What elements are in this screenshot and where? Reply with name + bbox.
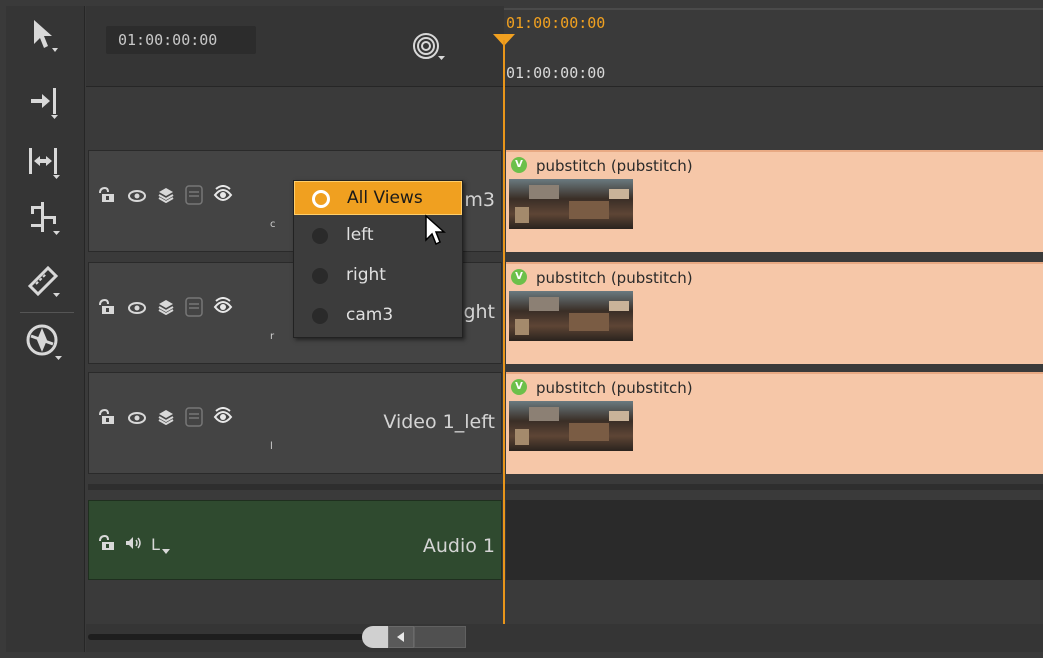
speaker-icon[interactable]	[125, 535, 143, 554]
multi-track-tool-icon[interactable]	[24, 198, 64, 238]
disk-cache-icon[interactable]	[185, 297, 203, 321]
clip-thumbnail	[509, 179, 633, 229]
lock-icon[interactable]	[97, 408, 117, 429]
view-letter: l	[270, 441, 273, 452]
menu-item-label: left	[346, 225, 374, 245]
zoom-slider-track[interactable]	[88, 634, 378, 640]
clip-thumbnail	[509, 401, 633, 451]
timecode-field[interactable]: 01:00:00:00	[106, 26, 256, 54]
clip-cam3[interactable]: V pubstitch (pubstitch)	[506, 150, 1043, 252]
layers-icon[interactable]	[157, 187, 175, 207]
track-name[interactable]: ght	[463, 301, 495, 323]
menu-item-label: right	[346, 265, 386, 285]
radio-icon	[312, 190, 330, 208]
views-dropdown-menu: All Views left right cam3	[293, 180, 463, 338]
track-select-tool-icon[interactable]	[24, 82, 64, 122]
visibility-eye-icon[interactable]	[127, 410, 147, 429]
video-badge-icon: V	[511, 379, 527, 395]
radio-icon	[312, 228, 328, 244]
video-audio-separator	[88, 484, 1043, 490]
scroll-left-button[interactable]	[388, 626, 414, 648]
disk-cache-icon[interactable]	[185, 407, 203, 431]
razor-tool-icon[interactable]	[24, 260, 64, 300]
scroll-thumb[interactable]	[414, 626, 466, 648]
video-badge-icon: V	[511, 269, 527, 285]
mouse-cursor-icon	[424, 214, 450, 252]
track-area-separator	[86, 86, 1043, 87]
layers-icon[interactable]	[157, 299, 175, 319]
lock-icon[interactable]	[97, 298, 117, 319]
slip-tool-icon[interactable]	[24, 142, 64, 182]
clip-right[interactable]: V pubstitch (pubstitch)	[506, 262, 1043, 364]
track-name[interactable]: Video 1_left	[383, 411, 495, 433]
audio-track-name[interactable]: Audio 1	[423, 535, 495, 557]
radio-icon	[312, 308, 328, 324]
menu-item-right[interactable]: right	[294, 259, 462, 293]
nuke-tool-icon[interactable]	[24, 322, 64, 362]
ruler-start-timecode: 01:00:00:00	[506, 64, 606, 82]
ruler-top-line	[504, 8, 1043, 10]
visibility-eye-icon[interactable]	[127, 188, 147, 207]
video-badge-icon: V	[511, 157, 527, 173]
snap-icon[interactable]	[412, 32, 446, 66]
chevron-down-icon[interactable]	[161, 539, 170, 558]
chevron-left-icon	[397, 632, 404, 642]
menu-item-all-views[interactable]: All Views	[294, 181, 462, 215]
lock-icon[interactable]	[97, 534, 117, 555]
clip-label: pubstitch (pubstitch)	[536, 157, 693, 175]
visibility-eye-icon[interactable]	[127, 300, 147, 319]
view-letter: c	[270, 219, 276, 230]
view-selector-icon[interactable]	[213, 185, 233, 209]
view-selector-icon[interactable]	[213, 297, 233, 321]
zoom-slider-handle[interactable]	[362, 626, 388, 648]
radio-icon	[312, 268, 328, 284]
menu-item-cam3[interactable]: cam3	[294, 299, 462, 333]
view-selector-icon[interactable]	[213, 407, 233, 431]
track-name[interactable]: m3	[464, 189, 495, 211]
clip-left[interactable]: V pubstitch (pubstitch)	[506, 372, 1043, 474]
playhead-line[interactable]	[503, 40, 505, 624]
pointer-tool-icon[interactable]	[24, 16, 64, 56]
video-track-header-left[interactable]: l Video 1_left	[88, 372, 502, 474]
timeline-header: 01:00:00:00	[86, 6, 504, 86]
tool-strip	[6, 6, 85, 652]
clip-label: pubstitch (pubstitch)	[536, 269, 693, 287]
clip-thumbnail	[509, 291, 633, 341]
menu-item-label: cam3	[346, 305, 394, 325]
audio-track-header[interactable]: L Audio 1	[88, 500, 502, 580]
disk-cache-icon[interactable]	[185, 185, 203, 209]
lock-icon[interactable]	[97, 186, 117, 207]
clip-label: pubstitch (pubstitch)	[536, 379, 693, 397]
tool-divider	[20, 312, 74, 313]
audio-track-content[interactable]	[506, 500, 1043, 580]
view-letter: r	[270, 331, 275, 342]
audio-channel-label[interactable]: L	[151, 535, 160, 554]
menu-item-label: All Views	[347, 188, 423, 208]
layers-icon[interactable]	[157, 409, 175, 429]
playhead-timecode: 01:00:00:00	[506, 14, 606, 32]
